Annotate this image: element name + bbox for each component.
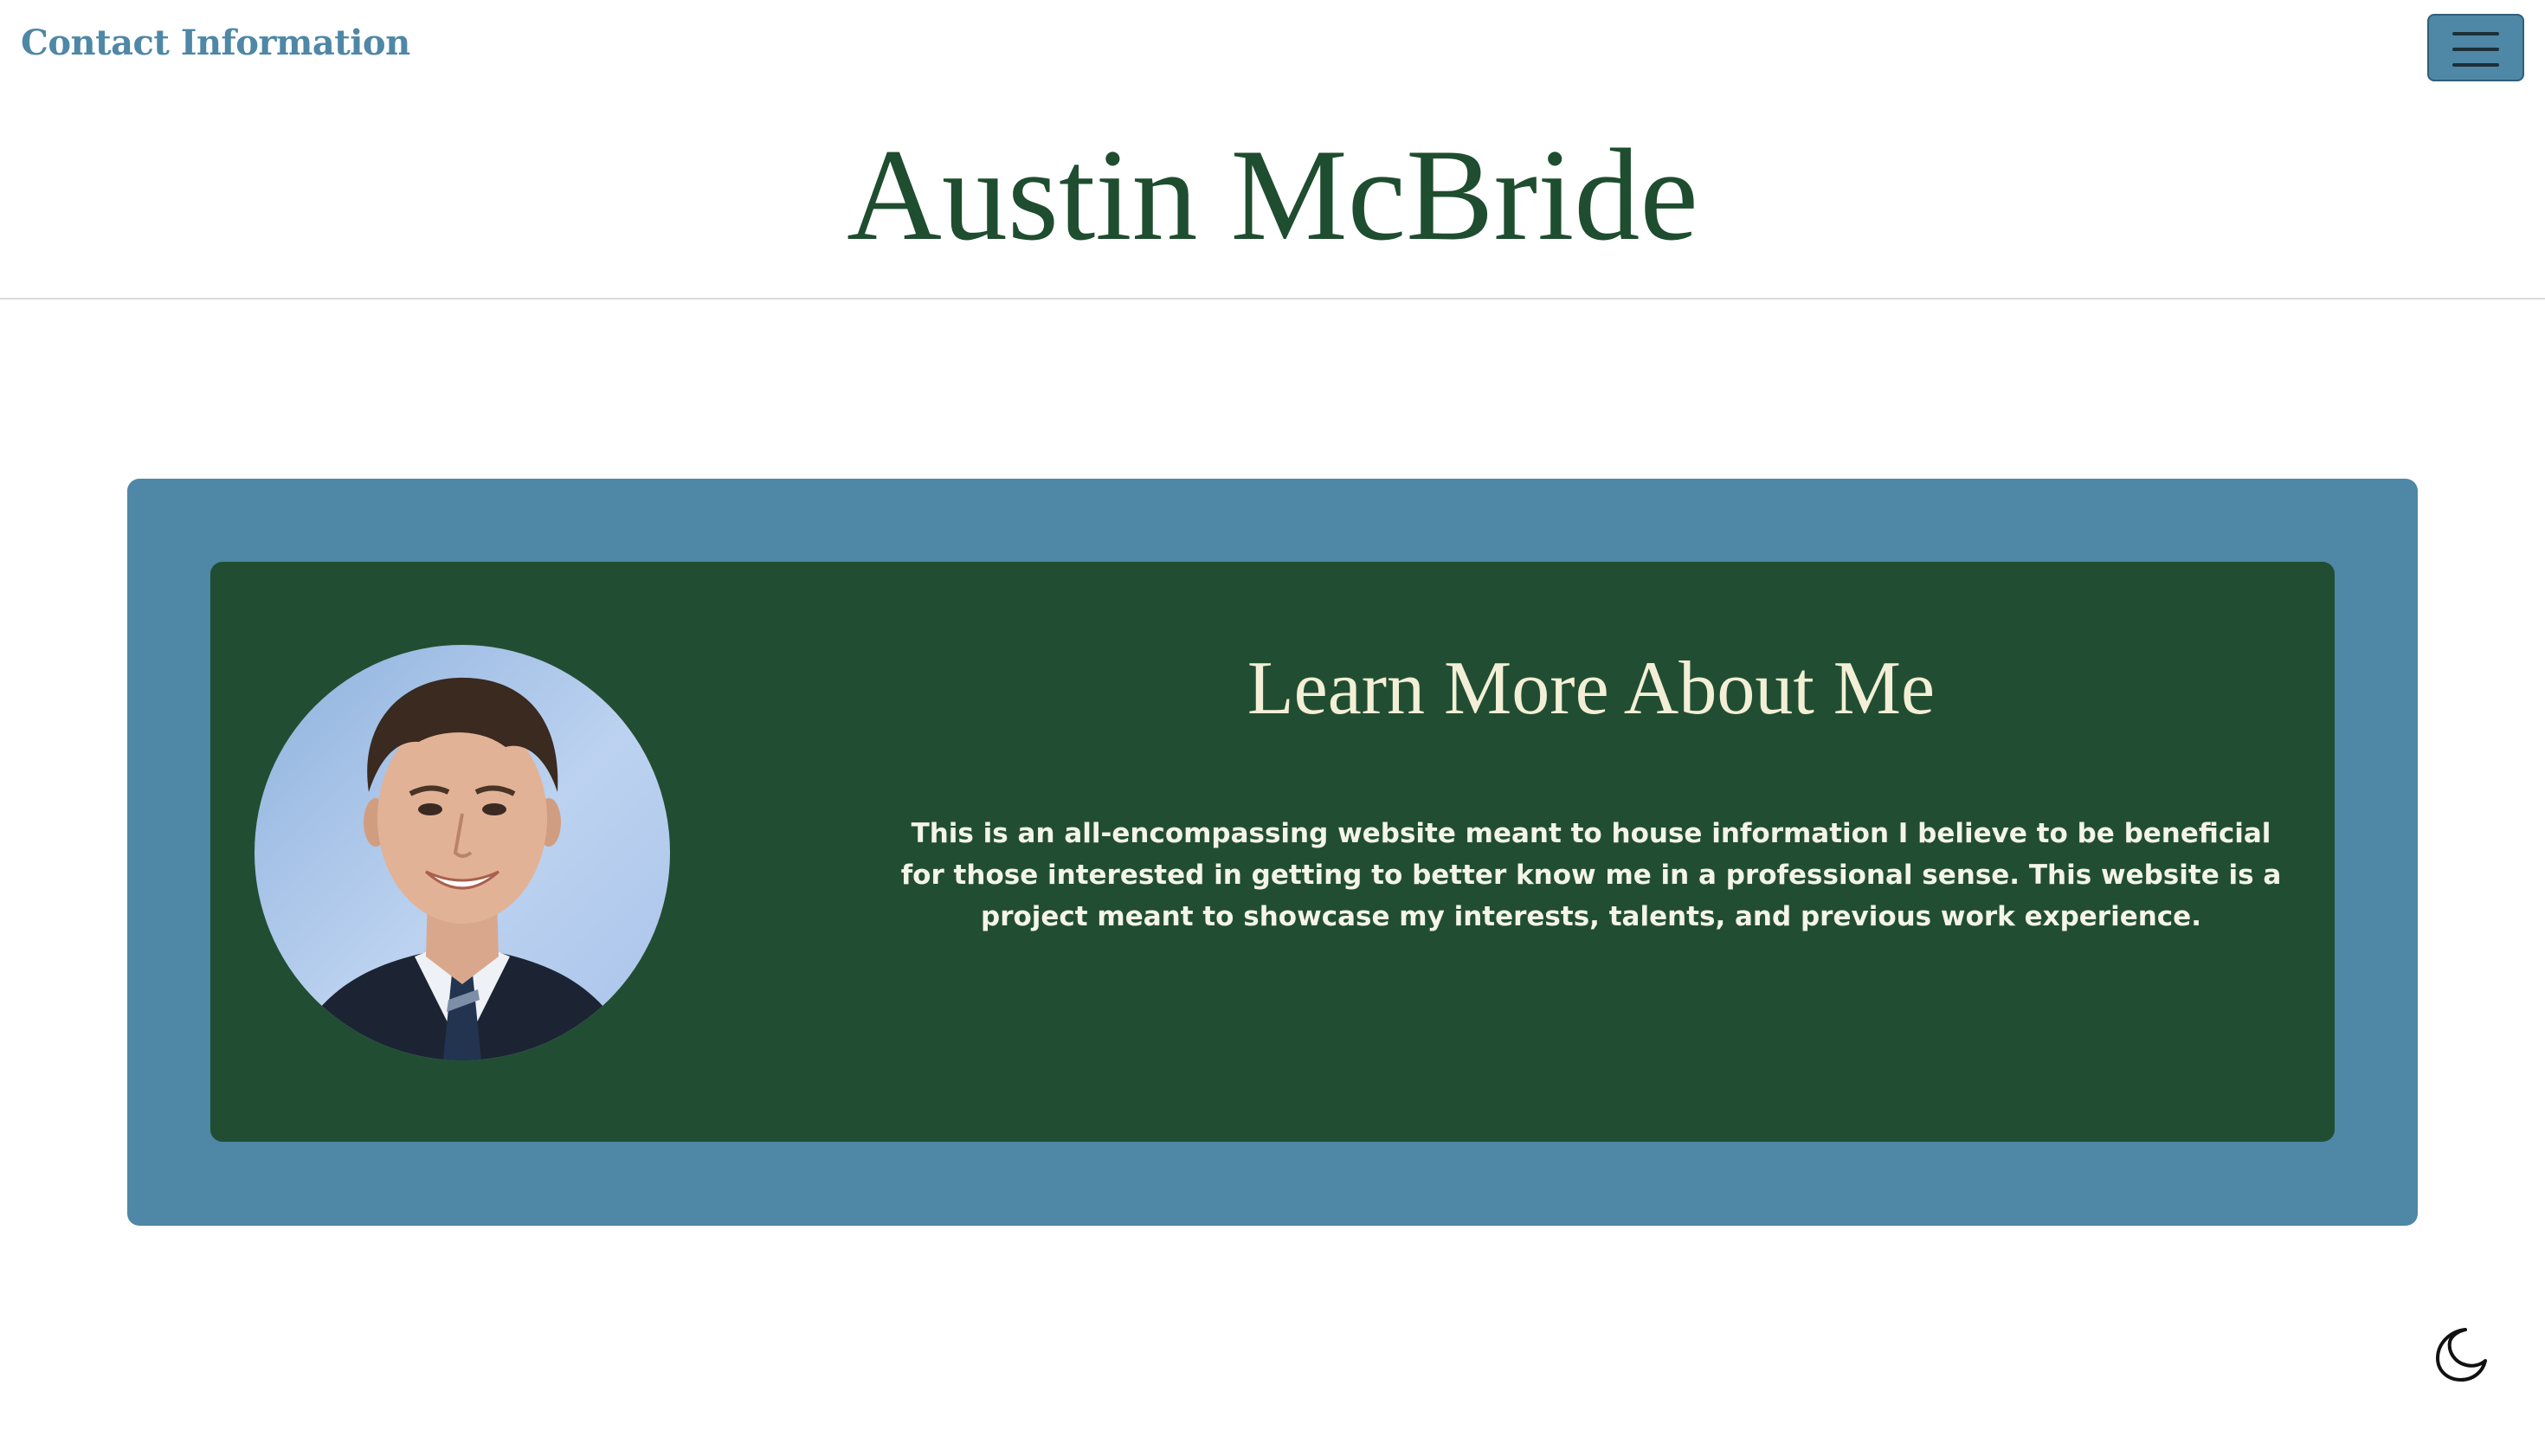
profile-photo (254, 645, 670, 1060)
about-description: This is an all-encompassing website mean… (900, 818, 2282, 932)
page-title: Austin McBride (847, 122, 1698, 267)
about-section-inner-card: Learn More About Me This is an all-encom… (210, 562, 2335, 1142)
contact-information-link[interactable]: Contact Information (21, 23, 410, 63)
moon-icon (2436, 1328, 2487, 1382)
dark-mode-toggle[interactable] (2431, 1324, 2491, 1385)
about-section-outer-card: Learn More About Me This is an all-encom… (127, 479, 2418, 1226)
header-divider (0, 298, 2545, 300)
about-heading: Learn More About Me (1247, 647, 1936, 731)
hamburger-menu-button[interactable] (2427, 14, 2524, 81)
